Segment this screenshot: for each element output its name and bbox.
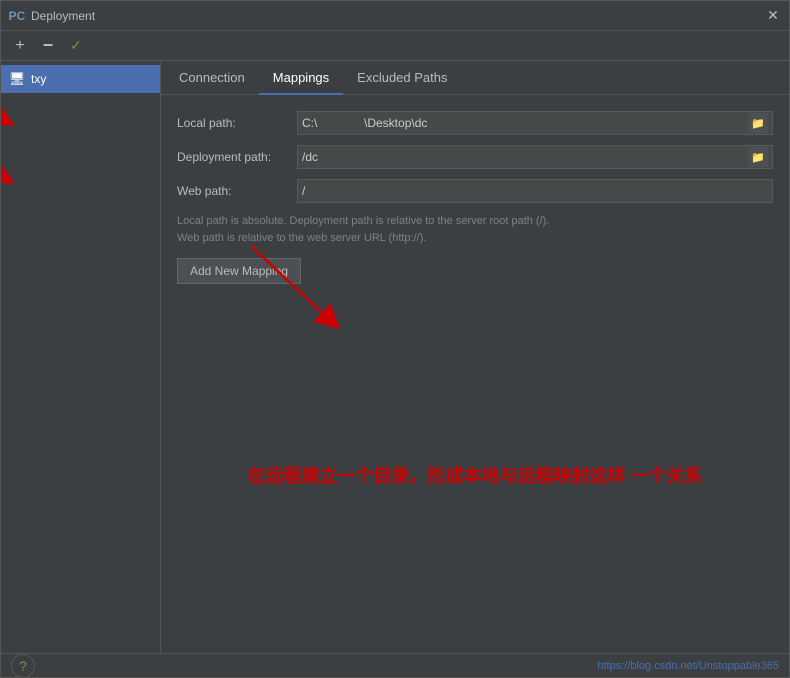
tab-connection[interactable]: Connection [165, 62, 259, 95]
window-title: Deployment [31, 9, 765, 23]
local-path-row: Local path: 📁 [177, 111, 773, 135]
deployment-path-browse-btn[interactable]: 📁 [748, 147, 768, 167]
help-text-line2: Web path is relative to the web server U… [177, 232, 426, 244]
help-text: Local path is absolute. Deployment path … [177, 213, 773, 246]
tabs-bar: Connection Mappings Excluded Paths [161, 61, 789, 95]
deployment-window: PC Deployment ✕ + − ✓ 本地目录 [0, 0, 790, 678]
statusbar-link: https://blog.csdn.net/Unstoppable365 [597, 660, 779, 672]
add-mapping-button[interactable]: Add New Mapping [177, 258, 301, 284]
server-icon: 🖥 [9, 71, 25, 87]
toolbar: + − ✓ [1, 31, 789, 61]
deployment-path-label: Deployment path: [177, 150, 297, 164]
annotation-area: 在远程建立一个目录，形成本地与远程映射这样 一个关系 [161, 296, 789, 653]
remove-button[interactable]: − [37, 35, 59, 57]
help-button[interactable]: ? [11, 654, 35, 678]
big-annotation: 在远程建立一个目录，形成本地与远程映射这样 一个关系 [248, 462, 703, 488]
web-path-input-wrap [297, 179, 773, 203]
sidebar: 本地目录 远程目录 [1, 61, 161, 653]
tab-mappings[interactable]: Mappings [259, 62, 343, 95]
apply-button[interactable]: ✓ [65, 35, 87, 57]
web-path-label: Web path: [177, 184, 297, 198]
help-text-line1: Local path is absolute. Deployment path … [177, 215, 549, 227]
main-body: 本地目录 远程目录 [1, 61, 789, 653]
deployment-path-row: Deployment path: 📁 [177, 145, 773, 169]
statusbar: ? https://blog.csdn.net/Unstoppable365 [1, 653, 789, 677]
tab-excluded-paths[interactable]: Excluded Paths [343, 62, 461, 95]
local-path-label: Local path: [177, 116, 297, 130]
add-button[interactable]: + [9, 35, 31, 57]
sidebar-item-label: txy [31, 72, 46, 86]
deployment-path-input[interactable] [302, 150, 748, 164]
titlebar: PC Deployment ✕ [1, 1, 789, 31]
form-area: Local path: 📁 Deployment path: 📁 [161, 95, 789, 296]
close-button[interactable]: ✕ [765, 8, 781, 24]
deployment-path-input-wrap: 📁 [297, 145, 773, 169]
app-icon: PC [9, 8, 25, 24]
arrow-remote-svg [1, 139, 21, 189]
web-path-row: Web path: [177, 179, 773, 203]
web-path-input[interactable] [302, 184, 768, 198]
local-path-browse-btn[interactable]: 📁 [748, 113, 768, 133]
local-path-input[interactable] [302, 116, 748, 130]
local-path-input-wrap: 📁 [297, 111, 773, 135]
content-panel: Connection Mappings Excluded Paths Local… [161, 61, 789, 653]
sidebar-item-txy[interactable]: 🖥 txy [1, 65, 160, 93]
